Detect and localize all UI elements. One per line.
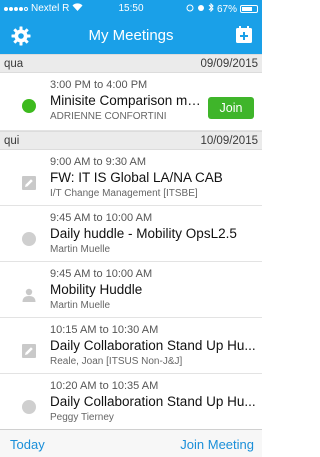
meeting-title: Daily Collaboration Stand Up Hu... [50, 394, 256, 409]
meeting-row[interactable]: 9:45 AM to 10:00 AM Daily huddle - Mobil… [0, 206, 262, 262]
meeting-organizer: ADRIENNE CONFORTINI [50, 111, 167, 122]
section-date: 09/09/2015 [200, 58, 258, 70]
meeting-organizer: Reale, Joan [ITSUS Non-J&J] [50, 356, 183, 367]
status-right: 67% [186, 2, 258, 15]
bluetooth-icon [208, 2, 214, 15]
battery-icon [240, 5, 258, 13]
meeting-row[interactable]: 9:00 AM to 9:30 AM FW: IT IS Global LA/N… [0, 150, 262, 206]
meeting-organizer: Martin Muelle [50, 244, 111, 255]
calendar-add-icon[interactable] [234, 25, 254, 45]
meeting-time: 9:00 AM to 9:30 AM [50, 156, 147, 168]
status-bar: Nextel R 15:50 67% [0, 0, 262, 18]
battery-percent: 67% [216, 3, 237, 15]
meeting-organizer: Peggy Tierney [50, 412, 114, 423]
meeting-time: 9:45 AM to 10:00 AM [50, 268, 153, 280]
meeting-time: 10:20 AM to 10:35 AM [50, 380, 159, 392]
meeting-organizer: Martin Muelle [50, 300, 111, 311]
section-header-qui: qui 10/09/2015 [0, 131, 262, 150]
page-title: My Meetings [88, 27, 174, 44]
today-button[interactable]: Today [10, 437, 45, 452]
join-meeting-button[interactable]: Join Meeting [180, 437, 254, 452]
grey-dot-icon [22, 232, 36, 246]
meeting-row[interactable]: 10:15 AM to 10:30 AM Daily Collaboration… [0, 318, 262, 374]
section-header-qua: qua 09/09/2015 [0, 54, 262, 73]
meeting-title: Minisite Comparison me... [50, 93, 206, 108]
nav-bar: My Meetings [0, 18, 262, 54]
meeting-time: 3:00 PM to 4:00 PM [50, 79, 148, 91]
green-dot-icon [22, 99, 36, 113]
bottom-toolbar: Today Join Meeting [0, 429, 262, 457]
meeting-title: Daily Collaboration Stand Up Hu... [50, 338, 256, 353]
section-date: 10/09/2015 [200, 135, 258, 147]
meeting-time: 10:15 AM to 10:30 AM [50, 324, 159, 336]
person-icon [22, 288, 36, 302]
meeting-organizer: I/T Change Management [ITSBE] [50, 188, 198, 199]
edit-icon [22, 344, 36, 358]
meeting-row[interactable]: 10:20 AM to 10:35 AM Daily Collaboration… [0, 374, 262, 429]
grey-dot-icon [22, 400, 36, 414]
top-bar: Nextel R 15:50 67% My Meetings [0, 0, 262, 54]
section-day: qui [4, 135, 20, 147]
edit-icon [22, 176, 36, 190]
section-day: qua [4, 58, 24, 70]
meeting-row[interactable]: 9:45 AM to 10:00 AM Mobility Huddle Mart… [0, 262, 262, 318]
alarm-icon [197, 4, 205, 15]
meeting-row[interactable]: 3:00 PM to 4:00 PM Minisite Comparison m… [0, 73, 262, 131]
meeting-title: Mobility Huddle [50, 282, 143, 297]
meeting-time: 9:45 AM to 10:00 AM [50, 212, 153, 224]
join-button[interactable]: Join [208, 97, 254, 119]
meeting-title: FW: IT IS Global LA/NA CAB [50, 170, 223, 185]
location-icon [186, 4, 194, 15]
meeting-title: Daily huddle - Mobility OpsL2.5 [50, 226, 237, 241]
